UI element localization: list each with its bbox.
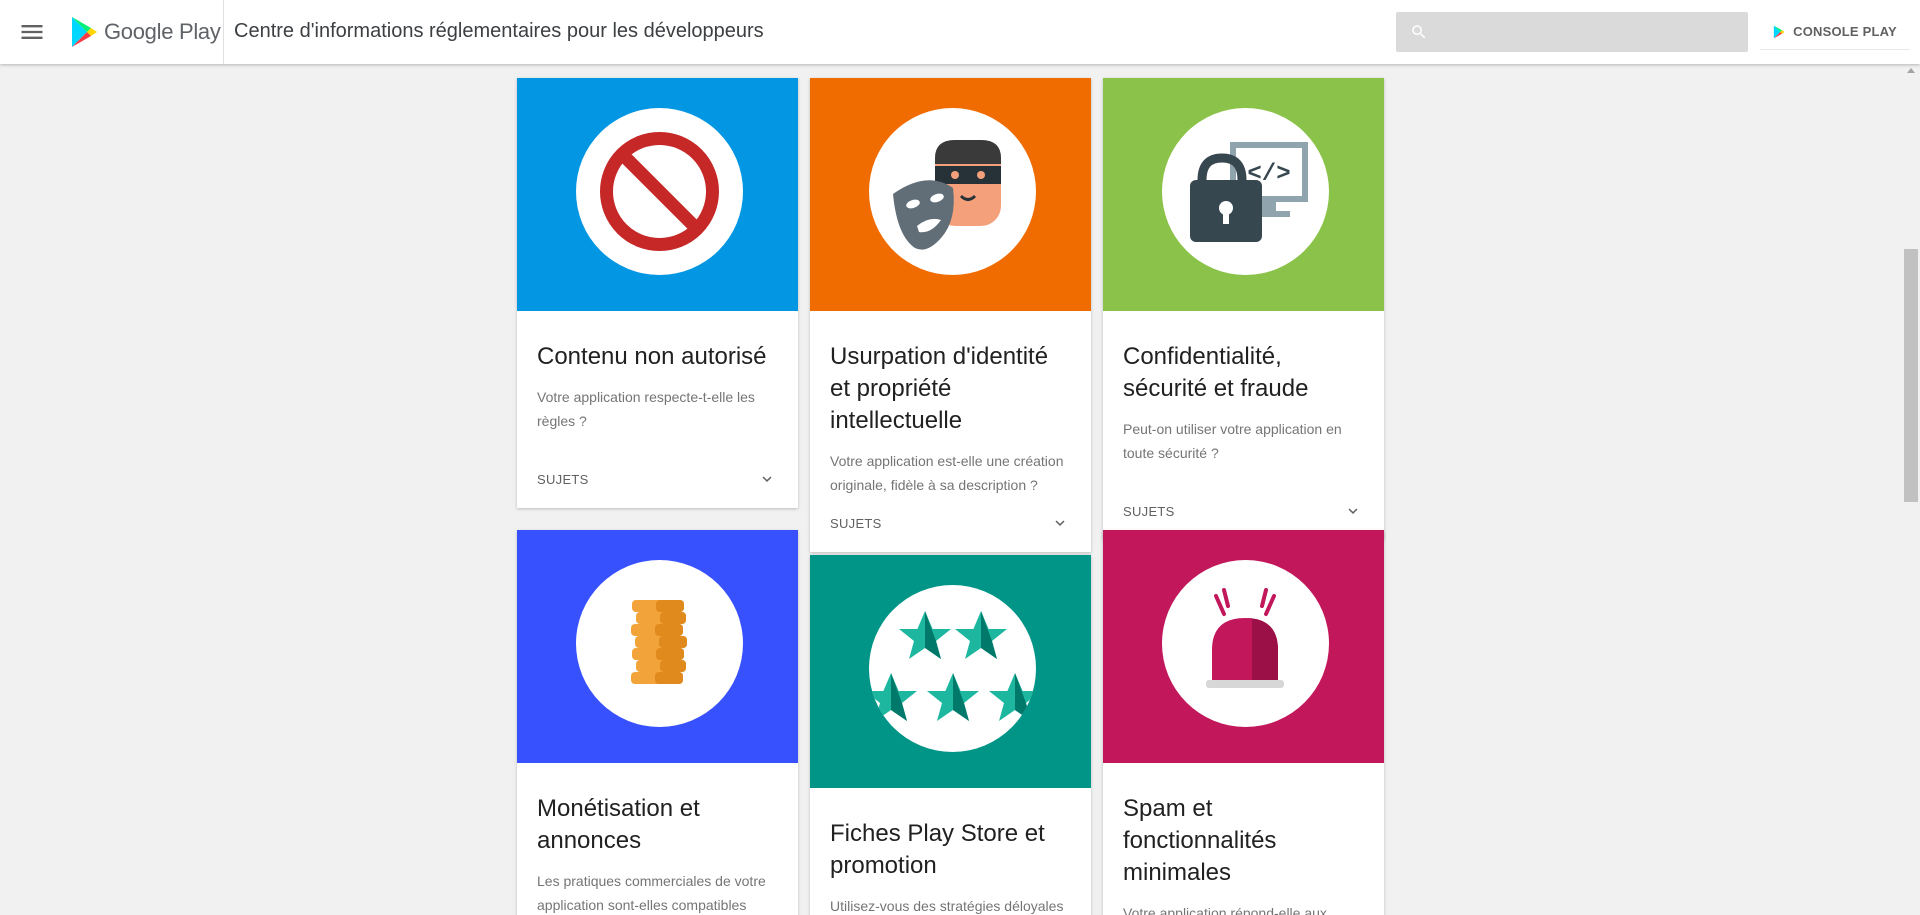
card-title: Usurpation d'identité et propriété intel…	[830, 343, 1049, 434]
top-app-bar: Google Play Centre d'informations réglem…	[0, 0, 1920, 64]
card-description: Les pratiques commerciales de votre appl…	[537, 873, 766, 913]
policy-card-store-listing-promotion[interactable]: Fiches Play Store et promotion Utilisez-…	[810, 555, 1091, 915]
console-play-label: CONSOLE PLAY	[1793, 24, 1897, 39]
page-title[interactable]: Centre d'informations réglementaires pou…	[234, 20, 764, 43]
scroll-up-arrow-icon[interactable]	[1907, 68, 1915, 73]
console-play-button[interactable]: CONSOLE PLAY	[1760, 14, 1910, 50]
card-hero-circle	[576, 560, 743, 727]
stars-icon	[869, 611, 1036, 721]
card-hero	[517, 78, 798, 311]
topics-toggle[interactable]: SUJETS	[517, 454, 798, 508]
card-title: Fiches Play Store et promotion	[830, 820, 1045, 879]
card-description: Votre application est-elle une création …	[830, 453, 1064, 493]
card-hero-circle	[869, 108, 1036, 275]
topics-label: SUJETS	[830, 516, 882, 531]
policy-card-impersonation-ip[interactable]: Usurpation d'identité et propriété intel…	[810, 78, 1091, 552]
card-body: Contenu non autorisé Votre application r…	[517, 311, 798, 433]
card-title: Contenu non autorisé	[537, 343, 767, 370]
header-divider	[223, 0, 224, 64]
scrollbar-thumb[interactable]	[1904, 249, 1918, 502]
card-hero-circle	[576, 108, 743, 275]
card-description: Utilisez-vous des stratégies déloyales	[830, 898, 1064, 914]
google-play-logo[interactable]: Google Play	[70, 14, 221, 50]
card-hero	[517, 530, 798, 763]
chevron-down-icon[interactable]	[1051, 514, 1069, 532]
card-title: Monétisation et annonces	[537, 795, 700, 854]
card-title: Confidentialité, sécurité et fraude	[1123, 343, 1309, 402]
topics-toggle[interactable]: SUJETS	[810, 498, 1091, 552]
card-description: Peut-on utiliser votre application en to…	[1123, 421, 1342, 461]
card-hero	[1103, 530, 1384, 763]
card-hero	[810, 555, 1091, 788]
card-body: Fiches Play Store et promotion Utilisez-…	[810, 788, 1091, 915]
lock-computer-icon: </>	[1190, 142, 1308, 242]
policy-card-monetization-ads[interactable]: Monétisation et annonces Les pratiques c…	[517, 530, 798, 915]
policy-card-restricted-content[interactable]: Contenu non autorisé Votre application r…	[517, 78, 798, 508]
google-play-triangle-icon	[72, 17, 97, 47]
prohibited-icon	[600, 132, 719, 251]
policy-card-privacy-security[interactable]: </> Confidentialité, sécurité et fraude …	[1103, 78, 1384, 540]
card-hero: </>	[1103, 78, 1384, 311]
impersonation-icon	[893, 140, 1001, 250]
page-scrollbar[interactable]	[1902, 64, 1920, 915]
card-body: Confidentialité, sécurité et fraude Peut…	[1103, 311, 1384, 465]
topics-label: SUJETS	[1123, 504, 1175, 519]
card-description: Votre application répond-elle aux	[1123, 905, 1327, 915]
card-hero-circle	[1162, 560, 1329, 727]
google-play-triangle-icon	[1773, 25, 1785, 38]
card-title: Spam et fonctionnalités minimales	[1123, 795, 1277, 886]
card-hero-circle: </>	[1162, 108, 1329, 275]
card-body: Spam et fonctionnalités minimales Votre …	[1103, 763, 1384, 915]
coins-icon	[631, 600, 687, 684]
siren-icon	[1206, 588, 1284, 688]
search-box[interactable]	[1396, 12, 1748, 52]
card-hero	[810, 78, 1091, 311]
policy-card-spam-minimum-functionality[interactable]: Spam et fonctionnalités minimales Votre …	[1103, 530, 1384, 915]
search-icon	[1412, 25, 1426, 39]
card-body: Usurpation d'identité et propriété intel…	[810, 311, 1091, 497]
card-description: Votre application respecte-t-elle les rè…	[537, 389, 755, 429]
card-hero-circle	[869, 585, 1036, 752]
card-body: Monétisation et annonces Les pratiques c…	[517, 763, 798, 915]
logo-text: Google Play	[104, 19, 221, 44]
chevron-down-icon[interactable]	[1344, 502, 1362, 520]
chevron-down-icon[interactable]	[758, 470, 776, 488]
menu-icon[interactable]	[18, 18, 46, 46]
topics-label: SUJETS	[537, 472, 589, 487]
search-input[interactable]	[1440, 12, 1736, 52]
